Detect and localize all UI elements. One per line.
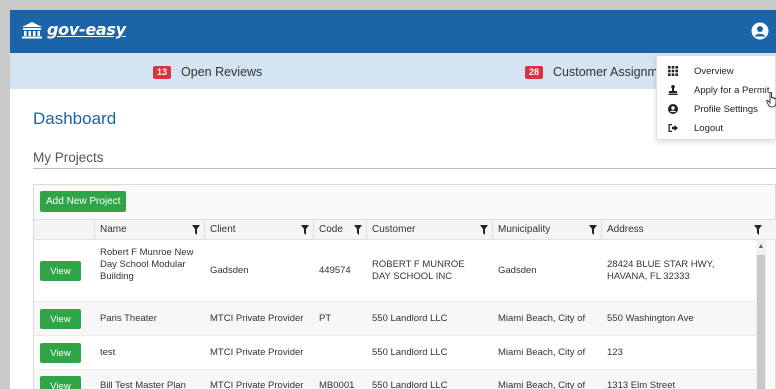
- filter-icon[interactable]: [301, 225, 309, 235]
- column-header-client[interactable]: Client: [204, 220, 313, 240]
- table-row: View Robert F Munroe New Day School Modu…: [34, 240, 756, 302]
- cell-client: MTCI Private Provider: [210, 380, 304, 389]
- section-title: My Projects: [33, 150, 104, 165]
- menu-item-logout[interactable]: Logout: [657, 119, 776, 137]
- filter-icon[interactable]: [589, 225, 597, 235]
- stamp-icon: [668, 85, 678, 95]
- cell-address: 1313 Elm Street: [607, 380, 676, 389]
- column-header-customer[interactable]: Customer: [366, 220, 492, 240]
- cell-name: Robert F Munroe New Day School Modular B…: [100, 247, 194, 282]
- filter-icon[interactable]: [354, 225, 362, 235]
- table-row: View test MTCI Private Provider 550 Land…: [34, 336, 756, 370]
- app-window: gov-easy 13 Open Reviews 28 Customer Ass…: [10, 10, 776, 389]
- view-button[interactable]: View: [40, 343, 81, 363]
- column-header-municipality[interactable]: Municipality: [492, 220, 601, 240]
- cell-municipality: Miami Beach, City of: [498, 313, 586, 324]
- projects-grid: Add New Project Name Client Code Custome…: [33, 184, 776, 389]
- cell-code: 449574: [319, 265, 351, 276]
- grid-scrollbar-thumb[interactable]: [757, 255, 765, 389]
- cell-customer: 550 Landlord LLC: [372, 313, 448, 324]
- cell-municipality: Miami Beach, City of: [498, 380, 586, 389]
- customer-assignments-label: Customer Assignmer: [553, 65, 670, 79]
- add-new-project-button[interactable]: Add New Project: [40, 191, 127, 212]
- customer-assignments-link[interactable]: 28 Customer Assignmer: [525, 65, 669, 79]
- customer-assignments-count-badge: 28: [525, 65, 544, 79]
- filter-icon[interactable]: [192, 225, 200, 235]
- cell-code: MB0001: [319, 380, 355, 389]
- cell-client: Gadsden: [210, 265, 249, 276]
- section-divider: [33, 168, 776, 169]
- column-header-code[interactable]: Code: [313, 220, 366, 240]
- logo-text: gov-easy: [47, 20, 126, 39]
- view-button[interactable]: View: [40, 261, 81, 281]
- open-reviews-count-badge: 13: [153, 65, 172, 79]
- table-row: View Paris Theater MTCI Private Provider…: [34, 302, 756, 336]
- cell-address: 28424 BLUE STAR HWY, HAVANA, FL 32333: [607, 259, 715, 282]
- cell-name: Paris Theater: [100, 313, 157, 324]
- filter-icon[interactable]: [754, 225, 762, 235]
- column-header-address[interactable]: Address: [601, 220, 766, 240]
- open-reviews-link[interactable]: 13 Open Reviews: [153, 65, 262, 79]
- cell-municipality: Gadsden: [498, 265, 537, 276]
- menu-item-overview[interactable]: Overview: [657, 62, 776, 80]
- logout-icon: [668, 124, 678, 132]
- cell-customer: 550 Landlord LLC: [372, 347, 448, 358]
- cell-address: 123: [607, 347, 623, 358]
- cell-client: MTCI Private Provider: [210, 347, 304, 358]
- view-button[interactable]: View: [40, 376, 81, 389]
- cell-address: 550 Washington Ave: [607, 313, 694, 324]
- grid-icon: [668, 66, 678, 76]
- capitol-building-icon: [22, 21, 42, 38]
- cell-customer: ROBERT F MUNROE DAY SCHOOL INC: [372, 259, 465, 282]
- column-header-name[interactable]: Name: [94, 220, 204, 240]
- view-button[interactable]: View: [40, 309, 81, 329]
- menu-item-apply-for-permit[interactable]: Apply for a Permit: [657, 81, 776, 99]
- page-title: Dashboard: [33, 109, 117, 128]
- scroll-up-arrow-icon[interactable]: ▲: [756, 243, 766, 253]
- filter-icon[interactable]: [480, 225, 488, 235]
- cell-municipality: Miami Beach, City of: [498, 347, 586, 358]
- cell-client: MTCI Private Provider: [210, 313, 304, 324]
- top-navbar: gov-easy: [10, 10, 776, 53]
- cell-customer: 550 Landlord LLC: [372, 380, 448, 389]
- user-menu-dropdown: Overview Apply for a Permit Profile Sett…: [656, 55, 776, 140]
- app-logo[interactable]: gov-easy: [21, 20, 126, 39]
- grid-header: Name Client Code Customer Municipality A…: [34, 219, 776, 240]
- cell-name: test: [100, 347, 116, 358]
- open-reviews-label: Open Reviews: [181, 65, 263, 79]
- cell-code: PT: [319, 313, 332, 324]
- table-row: View Bill Test Master Plan MTCI Private …: [34, 370, 756, 389]
- hand-cursor-icon: [766, 92, 776, 108]
- user-circle-icon: [668, 104, 678, 114]
- user-account-icon[interactable]: [751, 22, 769, 40]
- cell-name: Bill Test Master Plan: [100, 380, 186, 389]
- menu-item-profile-settings[interactable]: Profile Settings: [657, 100, 776, 118]
